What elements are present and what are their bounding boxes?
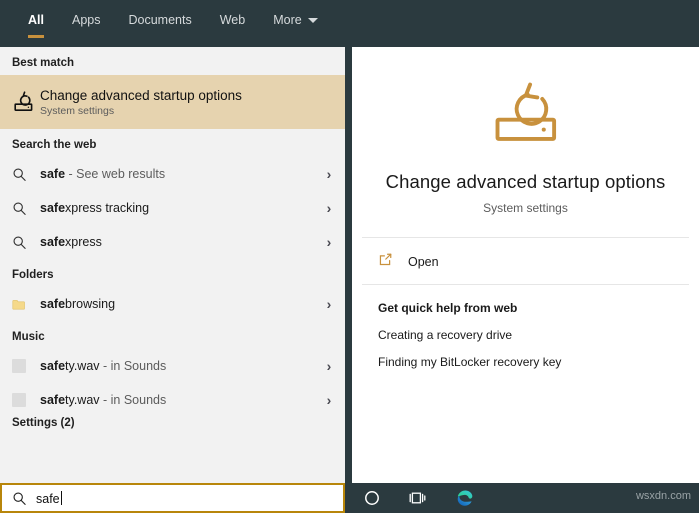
tab-more[interactable]: More — [259, 0, 331, 40]
result-web-safexpress-tracking-title: safexpress tracking — [40, 201, 321, 215]
audio-file-icon — [12, 359, 40, 373]
result-suffix: browsing — [65, 297, 115, 311]
result-web-safe-title: safe - See web results — [40, 167, 321, 181]
result-music-safety-wav-2-text: safety.wav - in Sounds — [40, 393, 321, 407]
result-music-safety-wav-1-text: safety.wav - in Sounds — [40, 359, 321, 373]
result-suffix: - See web results — [65, 167, 165, 181]
section-header-folders: Folders — [0, 259, 345, 287]
result-web-safexpress-text: safexpress — [40, 235, 321, 249]
open-button-label: Open — [408, 255, 439, 269]
text-cursor — [61, 491, 62, 505]
search-icon — [12, 491, 27, 506]
search-icon — [12, 235, 40, 250]
result-best-match-text: Change advanced startup options System s… — [40, 88, 337, 117]
help-section-heading: Get quick help from web — [352, 285, 699, 315]
chevron-down-icon — [308, 18, 318, 23]
task-view-icon[interactable] — [408, 488, 428, 508]
result-folder-safebrowsing-title: safebrowsing — [40, 297, 321, 311]
result-music-safety-wav-2-title: safety.wav - in Sounds — [40, 393, 321, 407]
tab-all[interactable]: All — [14, 0, 58, 40]
search-input-value: safe — [36, 492, 60, 506]
result-location: - in Sounds — [100, 359, 167, 373]
result-web-safe-text: safe - See web results — [40, 167, 321, 181]
site-watermark: wsxdn.com — [636, 490, 691, 502]
help-link-recovery-drive[interactable]: Creating a recovery drive — [352, 315, 699, 342]
folder-icon — [12, 297, 40, 312]
result-music-safety-wav-2[interactable]: safety.wav - in Sounds › — [0, 383, 345, 417]
result-suffix: ty.wav — [65, 359, 100, 373]
open-button[interactable]: Open — [352, 242, 699, 282]
taskbar-search-box[interactable]: safe — [0, 483, 345, 513]
query-match-bold: safe — [40, 167, 65, 181]
section-header-search-the-web: Search the web — [0, 129, 345, 157]
result-suffix: xpress — [65, 235, 102, 249]
microsoft-edge-icon[interactable] — [454, 488, 474, 508]
tab-apps-label: Apps — [72, 13, 101, 27]
result-folder-safebrowsing[interactable]: safebrowsing › — [0, 287, 345, 321]
query-match-bold: safe — [40, 201, 65, 215]
tab-apps[interactable]: Apps — [58, 0, 115, 40]
tab-documents-label: Documents — [128, 13, 191, 27]
tab-documents[interactable]: Documents — [114, 0, 205, 40]
recovery-startup-icon — [489, 81, 563, 145]
chevron-right-icon[interactable]: › — [321, 166, 337, 182]
tab-web-label: Web — [220, 13, 245, 27]
result-suffix: xpress tracking — [65, 201, 149, 215]
query-match-bold: safe — [40, 393, 65, 407]
preview-panel: Change advanced startup options System s… — [352, 47, 699, 483]
section-header-best-match: Best match — [0, 47, 345, 75]
result-web-safexpress-title: safexpress — [40, 235, 321, 249]
result-location: - in Sounds — [100, 393, 167, 407]
result-web-safexpress[interactable]: safexpress › — [0, 225, 345, 259]
result-folder-safebrowsing-text: safebrowsing — [40, 297, 321, 311]
result-web-safexpress-tracking-text: safexpress tracking — [40, 201, 321, 215]
search-results-list[interactable]: Best match Change advanced startup optio… — [0, 47, 345, 483]
search-icon — [12, 167, 40, 182]
result-music-safety-wav-1[interactable]: safety.wav - in Sounds › — [0, 349, 345, 383]
result-web-safe[interactable]: safe - See web results › — [0, 157, 345, 191]
preview-divider-top — [362, 237, 689, 238]
windows-search-overlay: All Apps Documents Web More Best match — [0, 0, 699, 513]
search-filter-tabs: All Apps Documents Web More — [0, 0, 699, 47]
result-best-match-title: Change advanced startup options — [40, 88, 337, 103]
chevron-right-icon[interactable]: › — [321, 200, 337, 216]
chevron-right-icon[interactable]: › — [321, 234, 337, 250]
section-header-music: Music — [0, 321, 345, 349]
chevron-right-icon[interactable]: › — [321, 358, 337, 374]
cortana-icon[interactable] — [362, 488, 382, 508]
open-external-icon — [378, 252, 400, 272]
result-suffix: ty.wav — [65, 393, 100, 407]
tab-active-underline — [28, 35, 44, 38]
search-input[interactable]: safe — [36, 491, 62, 506]
chevron-right-icon[interactable]: › — [321, 296, 337, 312]
query-match-bold: safe — [40, 359, 65, 373]
result-best-match[interactable]: Change advanced startup options System s… — [0, 75, 345, 129]
audio-file-icon — [12, 393, 40, 407]
query-match-bold: safe — [40, 297, 65, 311]
result-best-match-subtitle: System settings — [40, 105, 337, 117]
preview-hero: Change advanced startup options System s… — [352, 47, 699, 215]
tab-list: All Apps Documents Web More — [0, 0, 332, 40]
preview-title: Change advanced startup options — [386, 171, 666, 193]
tab-web[interactable]: Web — [206, 0, 259, 40]
taskbar-icon-group — [352, 483, 474, 513]
query-match-bold: safe — [40, 235, 65, 249]
tab-more-label: More — [273, 13, 301, 27]
result-web-safexpress-tracking[interactable]: safexpress tracking › — [0, 191, 345, 225]
preview-subtitle: System settings — [483, 201, 568, 215]
recovery-startup-icon — [12, 90, 40, 114]
chevron-right-icon[interactable]: › — [321, 392, 337, 408]
search-icon — [12, 201, 40, 216]
section-header-settings: Settings (2) — [0, 417, 345, 429]
result-music-safety-wav-1-title: safety.wav - in Sounds — [40, 359, 321, 373]
help-link-bitlocker-key[interactable]: Finding my BitLocker recovery key — [352, 342, 699, 369]
tab-all-label: All — [28, 13, 44, 27]
